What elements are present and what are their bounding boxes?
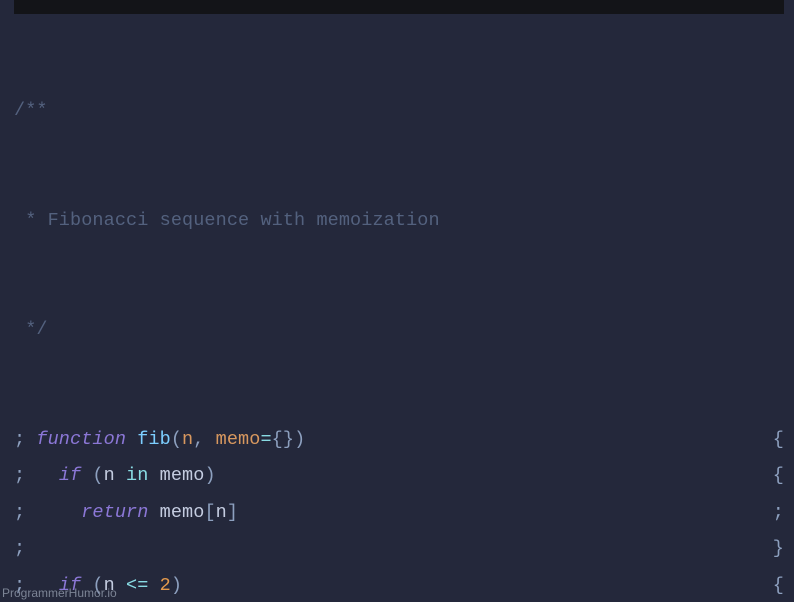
token: [ <box>204 502 215 523</box>
token: , <box>193 429 215 450</box>
token: <= <box>126 575 148 596</box>
code-lines: ; function fib(n, memo={}){; if (n in me… <box>14 422 784 602</box>
leading-semicolon: ; <box>14 429 25 450</box>
token: function <box>36 429 126 450</box>
code-line: ; if (n in memo) { <box>14 458 784 495</box>
token: n <box>216 502 227 523</box>
line-right: { <box>773 568 784 602</box>
comment-line: */ <box>14 312 784 349</box>
leading-semicolon: ; <box>14 465 25 486</box>
token: 2 <box>160 575 171 596</box>
line-left: ; <box>14 531 36 568</box>
token: memo <box>160 465 205 486</box>
comment-text: * Fibonacci sequence with memoization <box>14 210 440 231</box>
leading-semicolon: ; <box>14 538 25 559</box>
token: ) <box>171 575 182 596</box>
comment-text: */ <box>14 319 48 340</box>
token <box>115 465 126 486</box>
code-line: ; if (n <= 2){ <box>14 568 784 602</box>
comment-text: /** <box>14 100 48 121</box>
line-right: { <box>773 458 784 495</box>
line-left: ; function fib(n, memo={}) <box>14 422 305 459</box>
line-right: { <box>773 422 784 459</box>
line-right: } <box>773 531 784 568</box>
token: ) <box>204 465 215 486</box>
token <box>148 465 159 486</box>
code-line: ; return memo[n]; <box>14 495 784 532</box>
comment-line: * Fibonacci sequence with memoization <box>14 203 784 240</box>
token: ( <box>171 429 182 450</box>
watermark: ProgrammerHumor.io <box>2 586 117 600</box>
token: = <box>260 429 271 450</box>
token: in <box>126 465 148 486</box>
token: n <box>104 465 115 486</box>
token: ) <box>294 429 305 450</box>
code-line: ; function fib(n, memo={}) { <box>14 422 784 459</box>
line-left: ; return memo[n] <box>14 495 238 532</box>
token <box>148 575 159 596</box>
code-line: ; } <box>14 531 784 568</box>
token <box>81 465 92 486</box>
token: n <box>182 429 193 450</box>
token: memo <box>160 502 205 523</box>
token: {} <box>272 429 294 450</box>
token: ( <box>92 465 103 486</box>
comment-line: /** <box>14 93 784 130</box>
token <box>126 429 137 450</box>
topbar <box>14 0 784 14</box>
token: fib <box>137 429 171 450</box>
line-right: ; <box>773 495 784 532</box>
token: return <box>81 502 148 523</box>
token: if <box>59 465 81 486</box>
token: memo <box>216 429 261 450</box>
leading-semicolon: ; <box>14 502 25 523</box>
token: ] <box>227 502 238 523</box>
code-block: /** * Fibonacci sequence with memoizatio… <box>14 20 784 602</box>
token <box>148 502 159 523</box>
line-left: ; if (n in memo) <box>14 458 216 495</box>
